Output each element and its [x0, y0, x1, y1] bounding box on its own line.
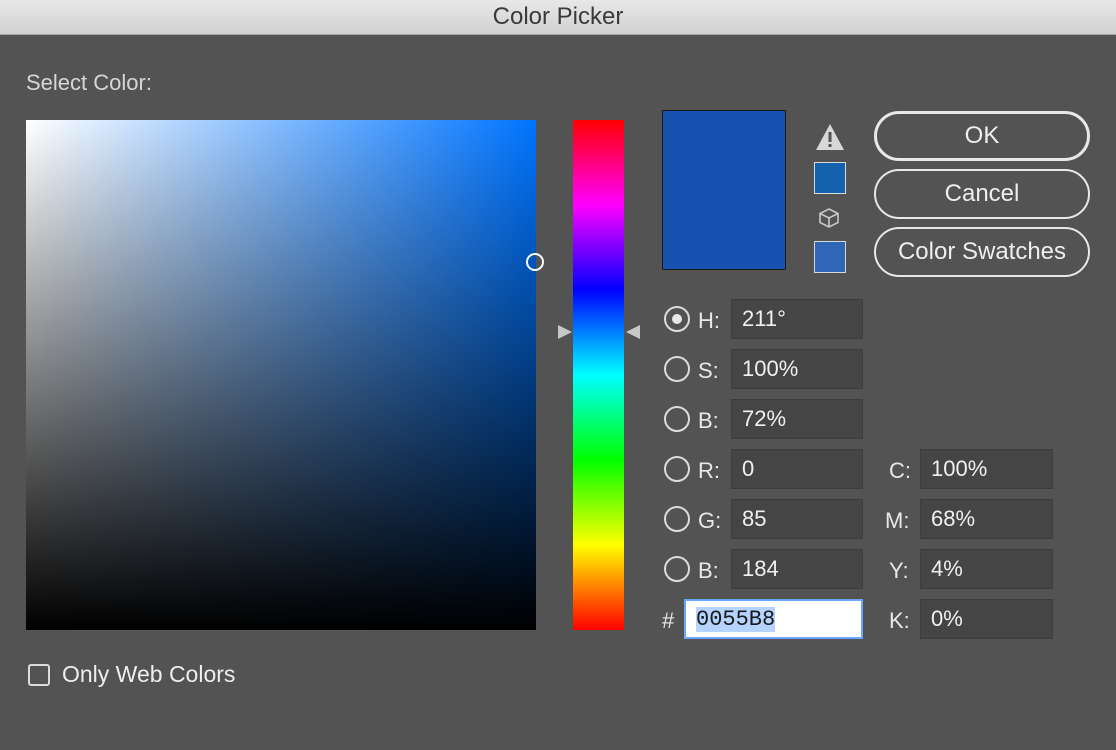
radio-brightness[interactable] — [664, 406, 690, 432]
magenta-field[interactable]: 68% — [920, 499, 1053, 539]
saturation-field[interactable]: 100% — [731, 349, 863, 389]
hue-field[interactable]: 211° — [731, 299, 863, 339]
radio-r[interactable] — [664, 456, 690, 482]
cube-icon[interactable] — [818, 207, 840, 229]
radio-g[interactable] — [664, 506, 690, 532]
brightness-field[interactable]: 72% — [731, 399, 863, 439]
label-s: S: — [698, 358, 719, 383]
cyan-field[interactable]: 100% — [920, 449, 1053, 489]
radio-h[interactable] — [664, 306, 690, 332]
label-r: R: — [698, 458, 720, 483]
title-bar: Color Picker — [0, 0, 1116, 35]
gamut-color-swatch[interactable] — [814, 162, 846, 194]
red-field[interactable]: 0 — [731, 449, 863, 489]
hex-value: 0055B8 — [696, 606, 776, 632]
color-field[interactable] — [26, 120, 536, 630]
label-k: K: — [889, 608, 910, 633]
warning-triangle-icon[interactable] — [815, 122, 845, 152]
radio-b[interactable] — [664, 556, 690, 582]
ok-button[interactable]: OK — [874, 111, 1090, 161]
cancel-button[interactable]: Cancel — [874, 169, 1090, 219]
hue-slider-left-handle-icon[interactable] — [558, 325, 572, 339]
black-field[interactable]: 0% — [920, 599, 1053, 639]
label-m: M: — [885, 508, 910, 533]
yellow-field[interactable]: 4% — [920, 549, 1053, 589]
green-field[interactable]: 85 — [731, 499, 863, 539]
radio-s[interactable] — [664, 356, 690, 382]
label-y: Y: — [889, 558, 909, 583]
label-brightness: B: — [698, 408, 719, 433]
label-g: G: — [698, 508, 722, 533]
new-color-preview — [662, 110, 786, 270]
select-color-label: Select Color: — [26, 70, 152, 95]
color-field-cursor[interactable] — [526, 253, 544, 271]
blue-field[interactable]: 184 — [731, 549, 863, 589]
label-h: H: — [698, 308, 720, 333]
hue-slider-right-handle-icon[interactable] — [626, 325, 640, 339]
hex-label: # — [662, 608, 675, 633]
only-web-colors-label: Only Web Colors — [62, 661, 236, 687]
hue-slider[interactable] — [573, 120, 624, 630]
label-b: B: — [698, 558, 719, 583]
web-safe-color-swatch[interactable] — [814, 241, 846, 273]
window-title: Color Picker — [492, 3, 624, 30]
hex-field[interactable]: 0055B8 — [684, 599, 863, 639]
color-swatches-button[interactable]: Color Swatches — [874, 227, 1090, 277]
label-c: C: — [889, 458, 911, 483]
only-web-colors-checkbox[interactable] — [28, 664, 50, 686]
